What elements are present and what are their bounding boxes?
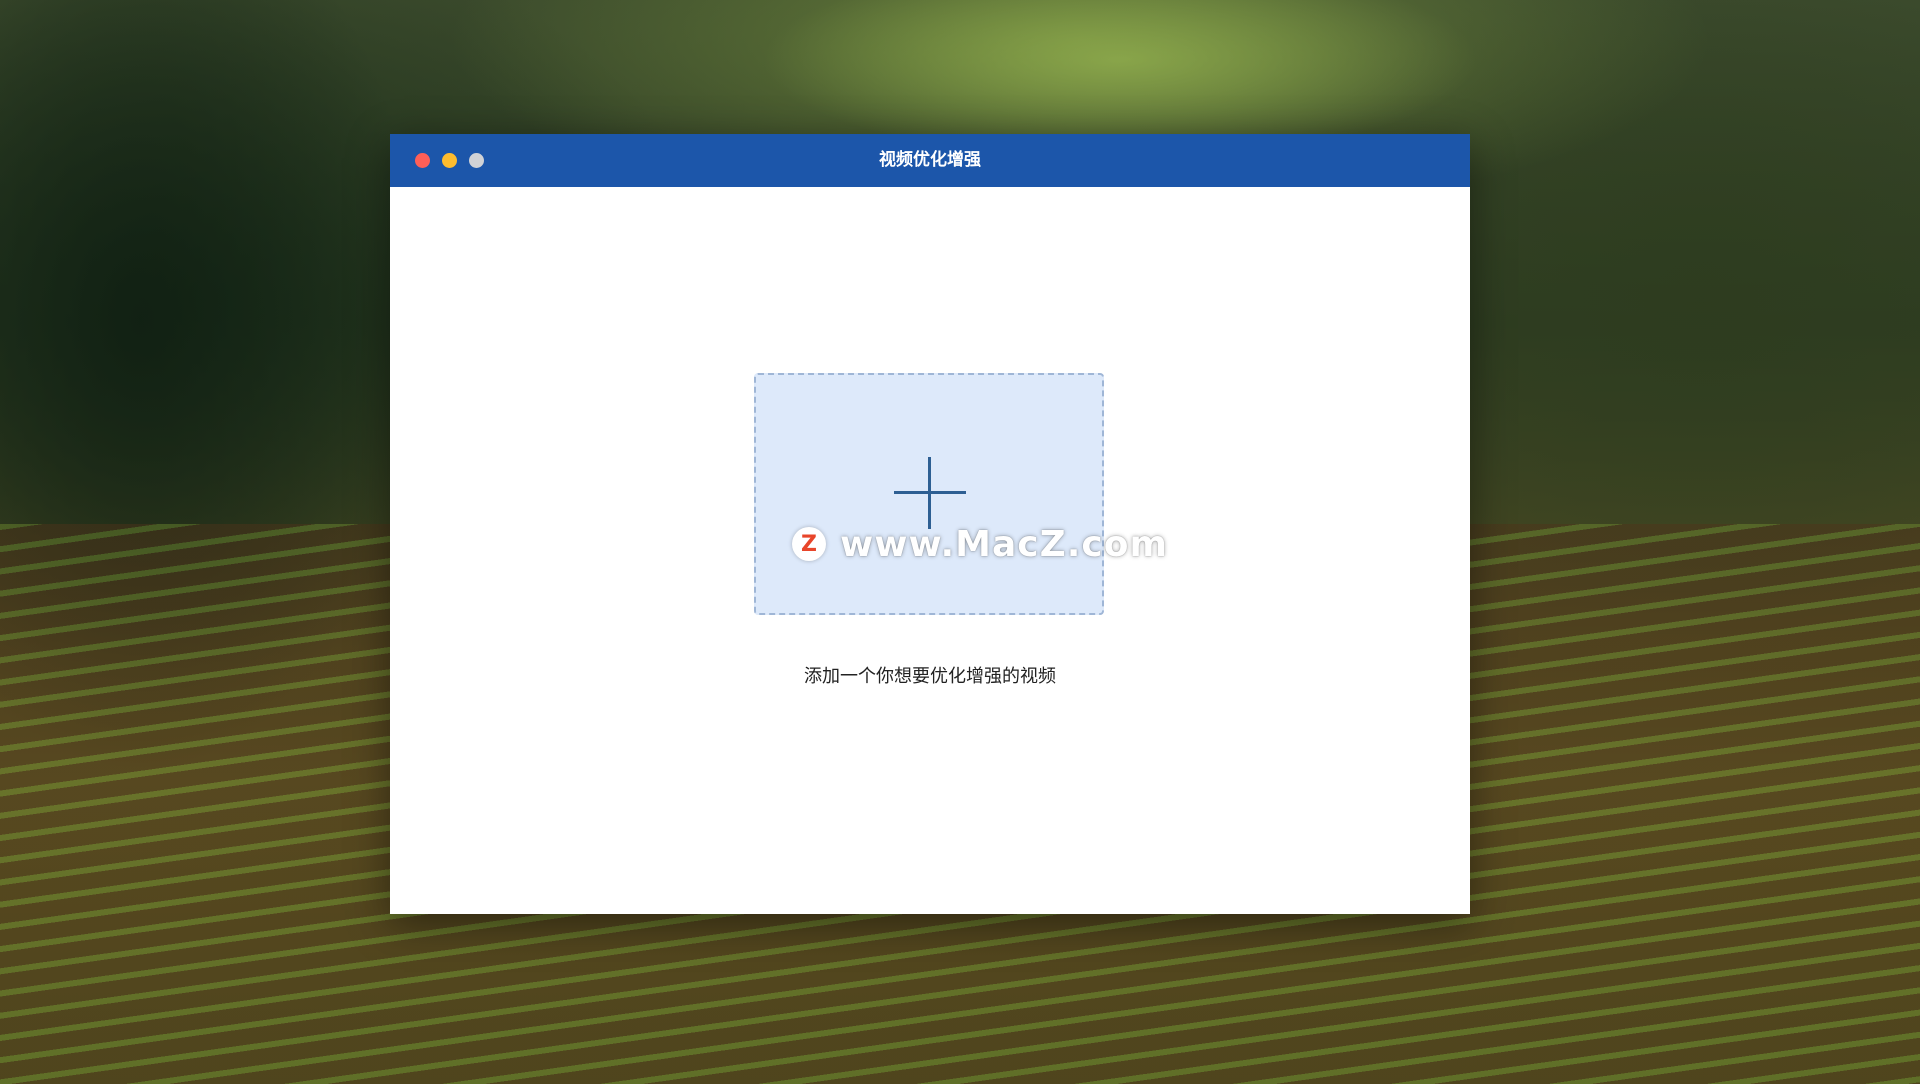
- add-video-hint: 添加一个你想要优化增强的视频: [804, 666, 1056, 687]
- title-bar[interactable]: 视频优化增强: [390, 134, 1470, 187]
- plus-icon-vertical: [928, 457, 931, 529]
- watermark-logo-letter: Z: [801, 531, 817, 557]
- watermark: Z www.MacZ.com: [792, 523, 1168, 565]
- add-video-dropzone[interactable]: [754, 373, 1104, 615]
- plus-icon: [894, 457, 966, 529]
- watermark-logo-icon: Z: [792, 527, 826, 561]
- window-title: 视频优化增强: [879, 150, 981, 170]
- watermark-text: www.MacZ.com: [840, 523, 1168, 565]
